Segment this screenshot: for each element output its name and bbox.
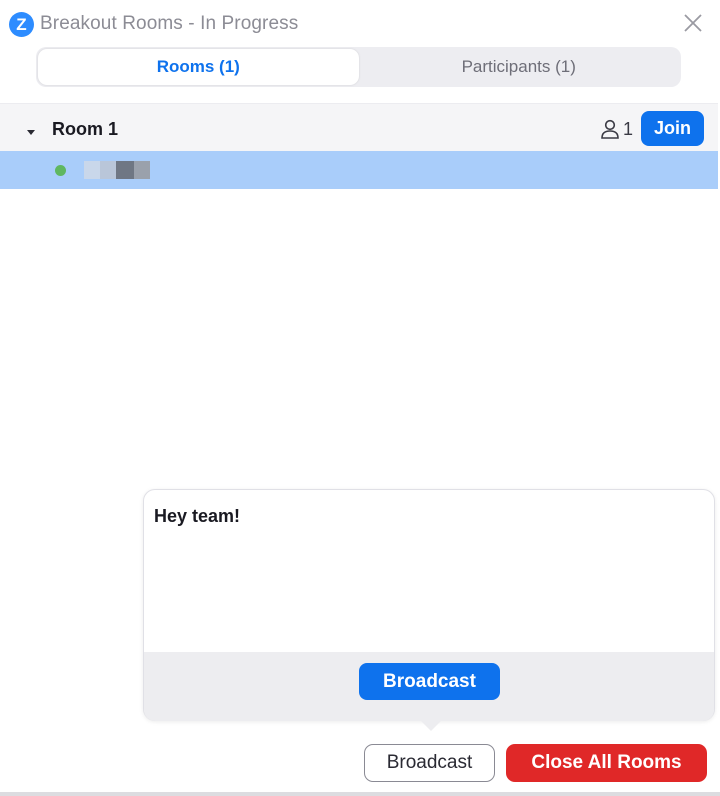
broadcast-message-popup: Hey team! Broadcast [143, 489, 715, 721]
broadcast-popup-footer: Broadcast [144, 652, 714, 721]
participant-name-redacted [84, 161, 152, 179]
close-all-rooms-button[interactable]: Close All Rooms [506, 744, 707, 782]
tab-participants[interactable]: Participants (1) [359, 49, 680, 85]
tab-bar: Rooms (1) Participants (1) [36, 47, 681, 87]
online-status-icon [55, 165, 66, 176]
room-name: Room 1 [52, 119, 119, 139]
room-row[interactable]: Room 1 1 Join [0, 103, 718, 151]
room-participant-count: 1 [623, 119, 634, 139]
title-bar: Z Breakout Rooms - In Progress [0, 0, 720, 46]
popup-pointer [420, 720, 442, 731]
broadcast-message-input[interactable]: Hey team! [154, 506, 704, 646]
person-icon [600, 118, 620, 140]
caret-down-icon[interactable] [26, 124, 36, 135]
join-room-button[interactable]: Join [641, 111, 704, 146]
zoom-logo-icon: Z [9, 12, 34, 37]
close-icon[interactable] [682, 12, 704, 34]
participant-row[interactable] [0, 151, 718, 189]
tab-rooms[interactable]: Rooms (1) [38, 49, 359, 85]
svg-text:Z: Z [16, 15, 26, 34]
window-title: Breakout Rooms - In Progress [40, 13, 299, 34]
window-bottom-border [0, 792, 720, 796]
broadcast-button[interactable]: Broadcast [364, 744, 495, 782]
broadcast-send-button[interactable]: Broadcast [359, 663, 500, 700]
